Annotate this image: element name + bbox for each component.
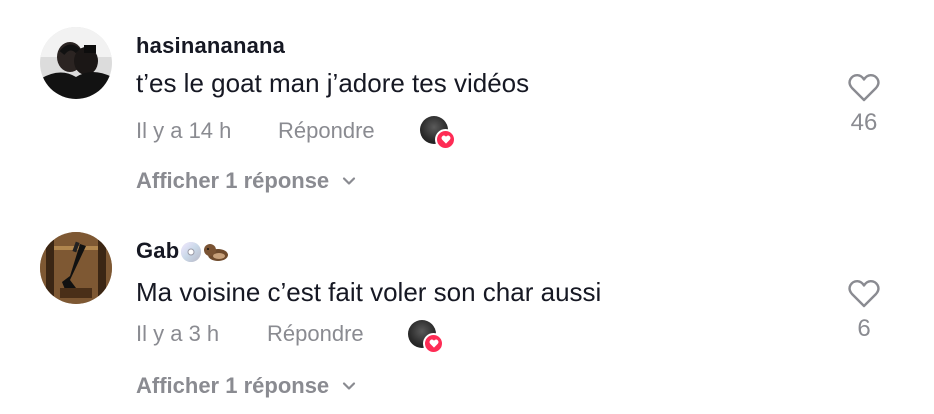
person-photo-avatar-icon	[40, 27, 112, 99]
guitar-photo-avatar-icon	[40, 232, 112, 304]
cd-disc-emoji-icon	[181, 242, 202, 263]
chevron-down-icon	[343, 382, 356, 390]
otter-emoji-icon	[204, 244, 229, 262]
like-count: 6	[857, 315, 871, 342]
reply-button[interactable]: Répondre	[267, 321, 364, 347]
view-replies-button[interactable]: Afficher 1 réponse	[136, 373, 357, 399]
view-replies-label: Afficher 1 réponse	[136, 168, 330, 193]
comment-timestamp: Il y a 3 h	[136, 321, 220, 346]
comment-text: Ma voisine c’est fait voler son char aus…	[136, 277, 602, 307]
view-replies-label: Afficher 1 réponse	[136, 373, 330, 398]
comment-username[interactable]: hasinananana	[136, 33, 285, 59]
comment-timestamp: Il y a 14 h	[136, 118, 232, 143]
chevron-down-icon	[343, 177, 356, 185]
like-count: 46	[850, 109, 878, 136]
comment-username-label: Gab	[136, 238, 180, 263]
comment-text: t’es le goat man j’adore tes vidéos	[136, 68, 530, 98]
creator-liked-badge	[420, 116, 456, 150]
comment-username[interactable]: Gab	[136, 238, 229, 264]
avatar[interactable]	[40, 232, 112, 304]
like-button[interactable]: 6	[844, 279, 884, 343]
comment-item: hasinananana t’es le goat man j’adore te…	[0, 0, 934, 205]
avatar[interactable]	[40, 27, 112, 99]
comment-item: Gab Ma voisine c’est fait voler son char…	[0, 205, 934, 414]
reply-button[interactable]: Répondre	[278, 118, 375, 144]
heart-badge-icon	[435, 129, 456, 150]
creator-liked-badge	[408, 320, 444, 354]
heart-outline-icon	[848, 73, 880, 102]
heart-outline-icon	[848, 279, 880, 308]
view-replies-button[interactable]: Afficher 1 réponse	[136, 168, 357, 194]
heart-badge-icon	[423, 333, 444, 354]
like-button[interactable]: 46	[844, 73, 884, 137]
